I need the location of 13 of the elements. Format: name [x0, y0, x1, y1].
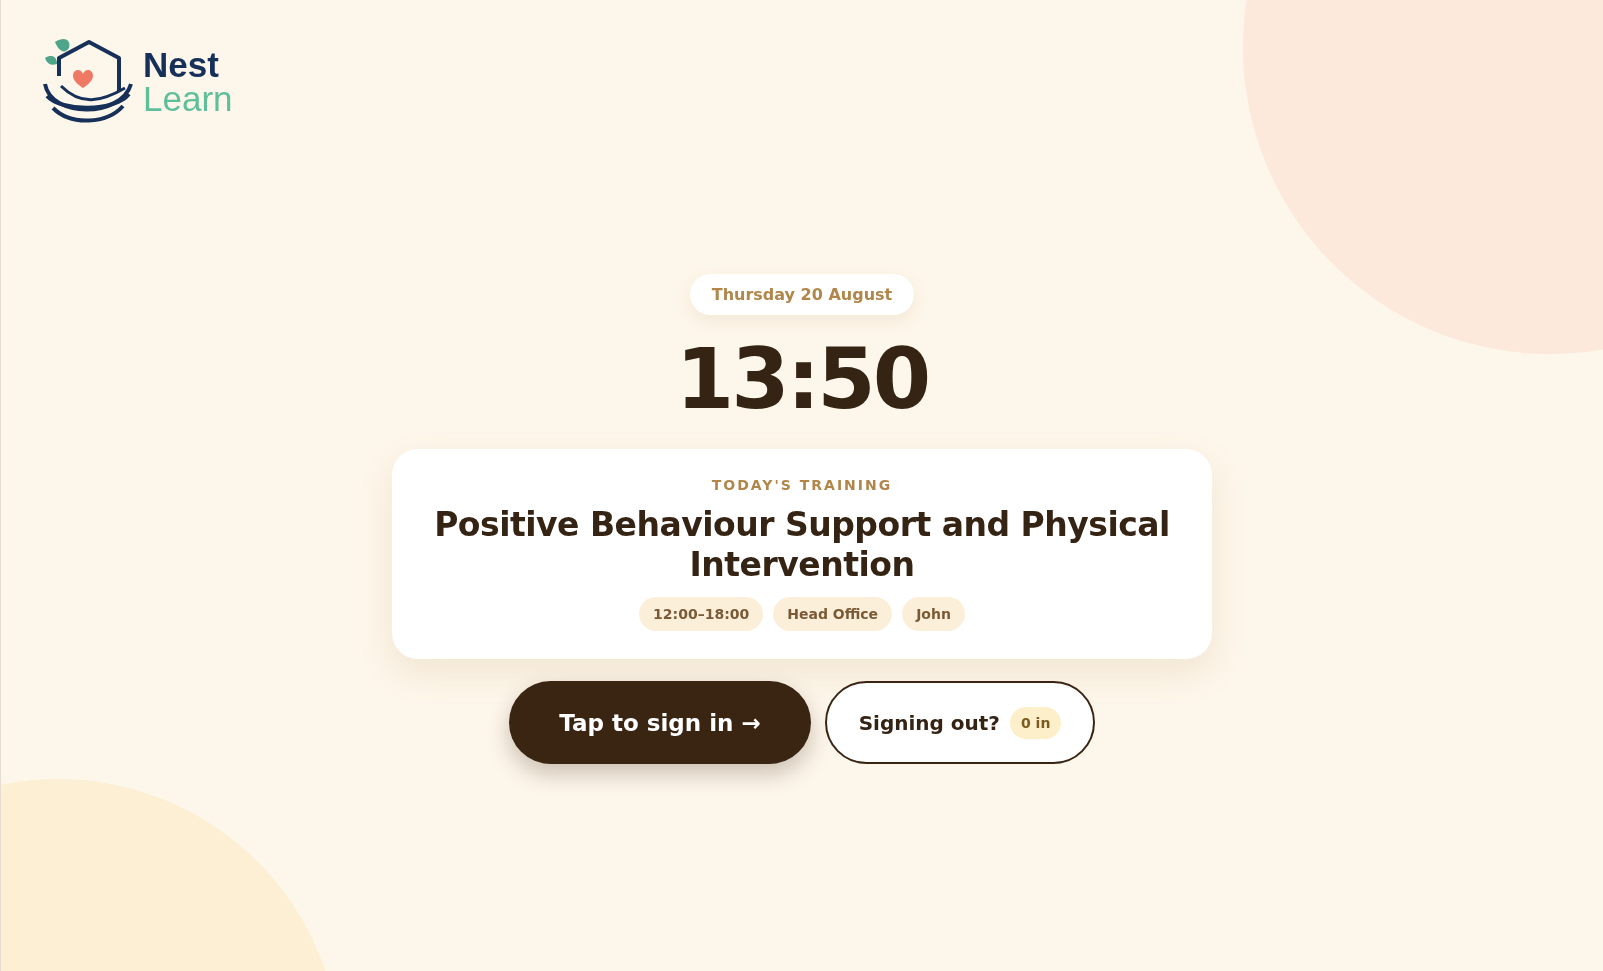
- info-tag: John: [902, 597, 965, 631]
- info-tag: 12:00–18:00: [639, 597, 764, 631]
- date-pill: Thursday 20 August: [689, 274, 915, 315]
- info-tag: Head Office: [773, 597, 893, 631]
- sign-out-button[interactable]: Signing out? 0 in: [825, 681, 1095, 764]
- count-badge: 0 in: [1009, 706, 1062, 739]
- logo-text: Nest: [143, 48, 220, 82]
- training-title: Positive Behaviour Support and Physical Intervention: [433, 505, 1171, 585]
- section-label: TODAY'S TRAINING: [711, 477, 893, 493]
- button-label: Signing out?: [858, 710, 1000, 735]
- clock: 13:50: [675, 329, 929, 429]
- logo-text: Learn: [143, 82, 233, 116]
- sign-in-button[interactable]: Tap to sign in →: [509, 681, 811, 764]
